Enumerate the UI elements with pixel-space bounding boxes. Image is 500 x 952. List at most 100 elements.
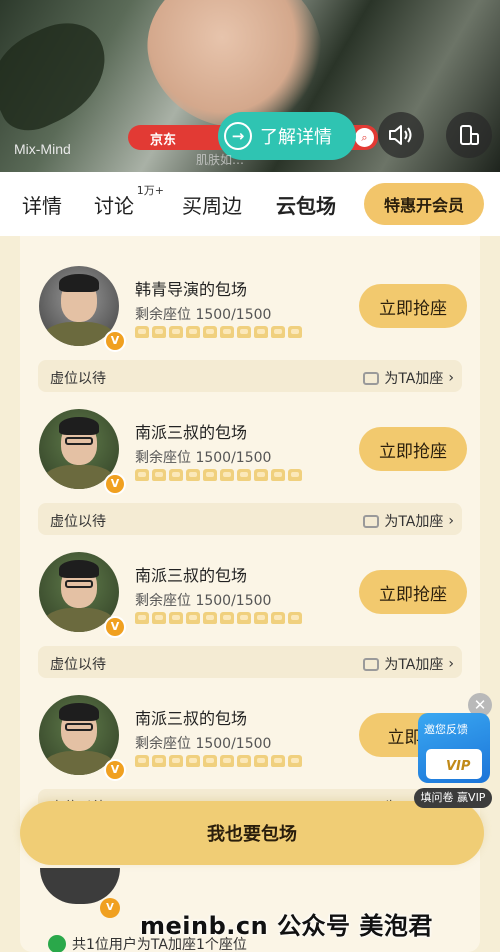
seat-icons-row bbox=[135, 469, 302, 481]
seat-icon bbox=[186, 612, 200, 624]
seat-icon bbox=[254, 612, 268, 624]
add-seat-link[interactable]: 为TA加座› bbox=[363, 368, 454, 388]
seat-icon bbox=[152, 755, 166, 767]
seat-icon bbox=[271, 755, 285, 767]
seat-icon bbox=[169, 469, 183, 481]
seat-icon bbox=[135, 612, 149, 624]
add-seat-link[interactable]: 为TA加座› bbox=[363, 654, 454, 674]
feedback-title: 邀您反馈 bbox=[424, 723, 468, 736]
seat-icon bbox=[254, 755, 268, 767]
seat-icon bbox=[135, 755, 149, 767]
booking-host-name: 南派三叔的包场 bbox=[135, 566, 248, 585]
seat-icon bbox=[288, 469, 302, 481]
seat-icon bbox=[220, 612, 234, 624]
waiting-text: 虚位以待 bbox=[50, 657, 106, 673]
seat-icon bbox=[203, 326, 217, 338]
rotate-screen-icon bbox=[460, 125, 479, 145]
add-seat-link[interactable]: 为TA加座› bbox=[363, 511, 454, 531]
seat-icons-row bbox=[135, 755, 302, 767]
tab-discussion-label: 讨论 bbox=[94, 193, 134, 218]
booking-card-body: V 韩青导演的包场剩余座位 1500/1500 立即抢座 bbox=[20, 266, 480, 354]
tab-discussion[interactable]: 讨论 1万+ bbox=[94, 184, 164, 219]
video-watermark: Mix-Mind bbox=[14, 141, 71, 157]
start-booking-button[interactable]: 我也要包场 bbox=[20, 801, 484, 865]
seat-icon bbox=[203, 755, 217, 767]
grab-seat-button[interactable]: 立即抢座 bbox=[359, 284, 467, 328]
add-seat-label: 为TA加座 bbox=[384, 371, 444, 387]
seat-icon bbox=[186, 326, 200, 338]
seat-icon bbox=[220, 326, 234, 338]
waiting-text: 虚位以待 bbox=[50, 514, 106, 530]
arrow-right-icon: → bbox=[224, 122, 252, 150]
chevron-right-icon: › bbox=[448, 513, 454, 529]
video-caption: 肌肤如… bbox=[196, 153, 245, 167]
tab-details-label: 详情 bbox=[22, 193, 62, 218]
grab-seat-button[interactable]: 立即抢座 bbox=[359, 427, 467, 471]
seat-icon bbox=[169, 612, 183, 624]
seat-icons-row bbox=[135, 326, 302, 338]
seat-icon bbox=[135, 326, 149, 338]
volume-icon bbox=[389, 125, 412, 145]
feedback-vip-label: VIP bbox=[446, 759, 471, 774]
avatar-hair bbox=[59, 560, 99, 578]
booking-host-name: 南派三叔的包场 bbox=[135, 423, 248, 442]
seat-icon bbox=[237, 612, 251, 624]
seat-icon bbox=[288, 612, 302, 624]
verified-badge: V bbox=[104, 759, 126, 781]
avatar-hair bbox=[59, 274, 99, 292]
learn-more-label: 了解详情 bbox=[260, 127, 332, 148]
seat-icon bbox=[135, 469, 149, 481]
feedback-widget[interactable]: 邀您反馈 VIP bbox=[418, 713, 490, 783]
survey-pill[interactable]: 填问卷 赢VIP bbox=[414, 788, 492, 808]
video-player[interactable]: 京东 ⌕ → 了解详情 Mix-Mind 肌肤如… bbox=[0, 0, 500, 172]
avatar-glasses bbox=[65, 437, 93, 445]
seat-icon bbox=[220, 755, 234, 767]
seat-icon bbox=[271, 326, 285, 338]
sofa-icon bbox=[363, 514, 380, 528]
remaining-seats: 剩余座位 1500/1500 bbox=[135, 593, 272, 609]
volume-button[interactable] bbox=[378, 112, 424, 158]
waiting-bar: 虚位以待 为TA加座› bbox=[38, 360, 462, 392]
seat-icon bbox=[203, 612, 217, 624]
seat-icon bbox=[152, 612, 166, 624]
seat-icon bbox=[254, 469, 268, 481]
add-seat-label: 为TA加座 bbox=[384, 657, 444, 673]
waiting-bar: 虚位以待 为TA加座› bbox=[38, 646, 462, 678]
verified-badge: V bbox=[104, 473, 126, 495]
grab-seat-button[interactable]: 立即抢座 bbox=[359, 570, 467, 614]
sofa-icon bbox=[363, 371, 380, 385]
close-icon: ✕ bbox=[473, 696, 487, 714]
remaining-seats: 剩余座位 1500/1500 bbox=[135, 307, 272, 323]
discussion-count-badge: 1万+ bbox=[136, 183, 164, 197]
avatar-hair bbox=[59, 703, 99, 721]
booking-card-body: V 南派三叔的包场 剩余座位 1500/1500 立即抢 bbox=[20, 695, 480, 783]
booking-card-body: V 南派三叔的包场 剩余座位 1500/1500 立即抢座 bbox=[20, 409, 480, 497]
seat-icon bbox=[152, 326, 166, 338]
waiting-bar: 虚位以待 为TA加座› bbox=[38, 503, 462, 535]
tab-merch[interactable]: 买周边 bbox=[182, 190, 242, 219]
rotate-screen-button[interactable] bbox=[446, 112, 492, 158]
vip-offer-button[interactable]: 特惠开会员 bbox=[364, 183, 484, 225]
seat-icon bbox=[237, 755, 251, 767]
verified-badge: V bbox=[104, 330, 126, 352]
seat-icon bbox=[220, 469, 234, 481]
seat-icon bbox=[237, 326, 251, 338]
avatar-glasses bbox=[65, 580, 93, 588]
avatar-hair bbox=[59, 417, 99, 435]
verified-badge: V bbox=[104, 616, 126, 638]
chevron-right-icon: › bbox=[448, 656, 454, 672]
seat-icon bbox=[186, 469, 200, 481]
site-watermark: meinb.cn 公众号 美泡君 bbox=[140, 912, 433, 940]
seat-icon bbox=[186, 755, 200, 767]
tab-details[interactable]: 详情 bbox=[22, 190, 62, 219]
ad-brand-label: 京东 bbox=[150, 133, 177, 148]
avatar-glasses bbox=[65, 723, 93, 731]
user-icon bbox=[48, 935, 66, 952]
seat-icon bbox=[169, 326, 183, 338]
verified-badge: V bbox=[100, 898, 120, 918]
booking-host-name: 韩青导演的包场 bbox=[135, 280, 248, 299]
seat-icon bbox=[288, 755, 302, 767]
tab-cloud-booking[interactable]: 云包场 bbox=[276, 190, 336, 219]
chevron-right-icon: › bbox=[448, 370, 454, 386]
seat-icon bbox=[203, 469, 217, 481]
